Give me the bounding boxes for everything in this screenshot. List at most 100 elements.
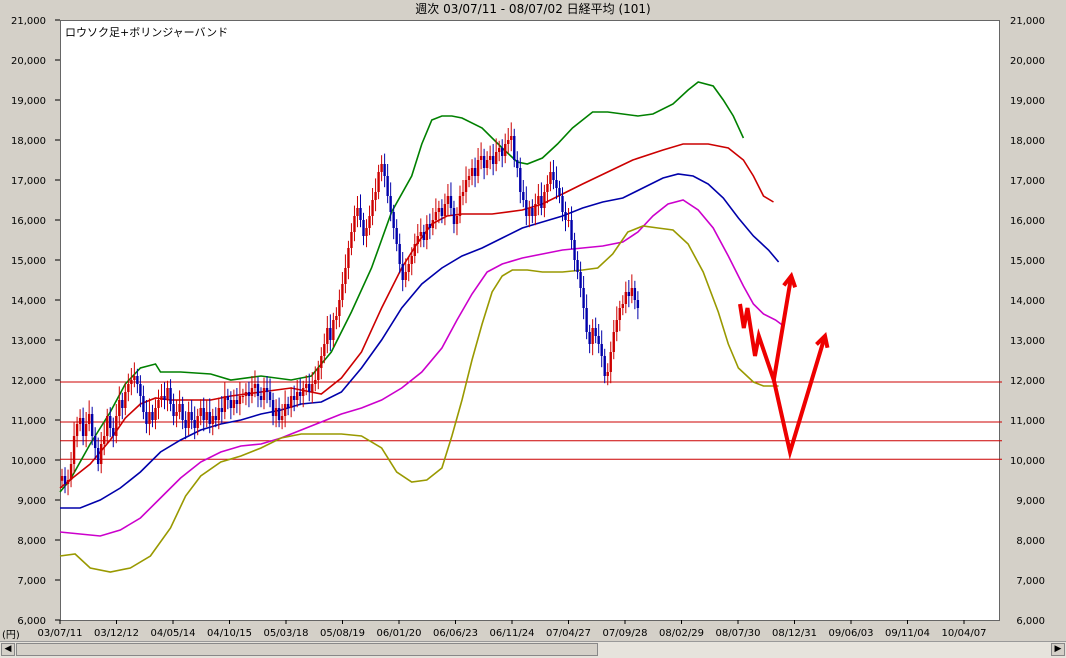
candle-body [139, 384, 142, 396]
candle-body [437, 208, 441, 212]
candle-body [591, 328, 594, 344]
candle-body [383, 164, 386, 176]
candle-body [473, 168, 477, 176]
candle-body [317, 368, 320, 380]
candle-body [519, 168, 522, 192]
y-tick-right: 13,000 [1010, 336, 1045, 347]
candle-body [323, 344, 326, 356]
y-axis-left: 21,000 20,000 19,000 18,000 17,000 16,000 15,0… [11, 16, 60, 627]
x-tick-label: 07/09/28 [603, 628, 648, 639]
candle-body [630, 288, 634, 296]
y-tick-right: 15,000 [1010, 256, 1045, 267]
y-tick-left: 8,000 [17, 536, 46, 547]
candle-body [81, 418, 85, 436]
horizontal-scrollbar[interactable]: ◀ ▶ [0, 641, 1066, 658]
candle-body [476, 160, 480, 176]
candle-body [256, 384, 260, 396]
candle-body [570, 220, 573, 240]
candle-body [362, 220, 365, 236]
candle-body [157, 400, 160, 408]
candle-body [558, 188, 561, 196]
y-tick-right: 18,000 [1010, 136, 1045, 147]
candle-body [262, 388, 266, 400]
candle-body [380, 164, 383, 172]
candle-body [223, 396, 227, 412]
y-tick-right: 7,000 [1016, 576, 1045, 587]
candle-body [163, 396, 166, 400]
candle-body [112, 428, 115, 436]
candle-body [274, 408, 278, 416]
scroll-right-arrow-icon[interactable]: ▶ [1051, 643, 1065, 656]
candle-body [624, 292, 628, 304]
candle-body [166, 388, 169, 400]
candle-body [386, 176, 389, 196]
scroll-thumb[interactable] [16, 643, 598, 656]
candle-body [404, 272, 407, 280]
candle-body [66, 480, 70, 484]
scroll-left-arrow-icon[interactable]: ◀ [1, 643, 15, 656]
candle-body [292, 396, 296, 400]
candle-body [410, 256, 413, 264]
candle-body [124, 392, 127, 408]
candle-body [365, 228, 368, 236]
candle-body [501, 148, 504, 156]
candle-body [241, 396, 245, 397]
x-tick-label: 05/03/18 [264, 628, 309, 639]
y-tick-left: 12,000 [11, 376, 46, 387]
candle-body [413, 244, 416, 256]
candle-body [187, 412, 190, 428]
y-tick-right: 6,000 [1016, 616, 1045, 627]
candle-body [199, 408, 202, 416]
candle-body [115, 416, 118, 436]
y-tick-right: 12,000 [1010, 376, 1045, 387]
candle-body [531, 208, 534, 216]
candle-body [63, 476, 67, 484]
candle-body [588, 332, 591, 344]
candle-body [335, 316, 338, 320]
y-tick-left: 11,000 [11, 416, 46, 427]
candle-body [428, 224, 432, 228]
candle-body [133, 376, 136, 380]
y-axis-right: 21,000 20,000 19,000 18,000 17,000 16,000 15,0… [1010, 16, 1045, 627]
x-tick-label: 03/12/12 [94, 628, 139, 639]
x-tick-label: 04/10/15 [207, 628, 252, 639]
candle-body [214, 416, 217, 420]
candle-body [597, 336, 600, 344]
candle-body [455, 216, 459, 224]
x-tick-label: 10/04/07 [942, 628, 987, 639]
candle-body [265, 388, 269, 392]
candle-body [69, 464, 73, 480]
x-axis: 03/07/11 03/12/12 04/05/14 04/10/15 05/03/18… [38, 620, 987, 639]
y-tick-left: 13,000 [11, 336, 46, 347]
x-tick-label: 06/11/24 [490, 628, 535, 639]
candle-body [305, 384, 308, 388]
candle-body [525, 200, 528, 216]
candle-body [485, 160, 489, 168]
candle-body [96, 448, 100, 464]
x-tick-label: 08/12/31 [772, 628, 817, 639]
candle-body [440, 208, 444, 216]
candle-body [347, 248, 350, 268]
candle-body [582, 288, 585, 308]
y-tick-left: 9,000 [17, 496, 46, 507]
candle-body [268, 392, 272, 400]
candle-body [510, 136, 513, 140]
candle-body [298, 392, 302, 396]
candle-body [606, 372, 609, 376]
y-tick-right: 14,000 [1010, 296, 1045, 307]
candle-body [302, 388, 305, 396]
candle-body [449, 196, 453, 208]
plot-background [60, 20, 1000, 620]
candle-body [576, 260, 579, 272]
candle-body [491, 156, 495, 164]
candle-body [419, 232, 422, 236]
bollinger-chart: ロウソク足+ボリンジャーバンド (円) 21,000 20,000 19,000 18… [2, 16, 1045, 641]
candle-body [193, 420, 196, 428]
candle-body [190, 412, 193, 420]
candle-body [84, 424, 88, 436]
candle-body [87, 414, 91, 424]
candle-body [75, 424, 79, 436]
candle-body [621, 304, 624, 308]
candle-body [443, 204, 447, 216]
candle-body [561, 196, 564, 212]
